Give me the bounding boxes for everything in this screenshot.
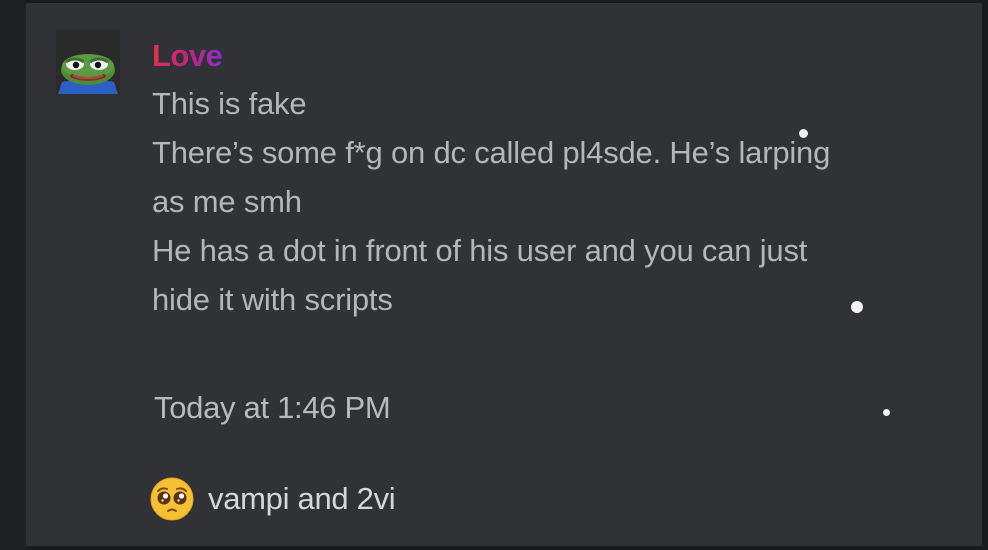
message-line: He has a dot in front of his user and yo… xyxy=(152,233,808,268)
message-line: This is fake xyxy=(152,86,307,121)
screen-frame: Love This is fake There’s some f*g on dc… xyxy=(0,0,988,550)
stray-dot xyxy=(851,301,863,313)
stray-dot xyxy=(883,409,890,416)
message-body: This is fake There’s some f*g on dc call… xyxy=(152,79,952,324)
message-card: Love This is fake There’s some f*g on dc… xyxy=(26,3,982,546)
left-edge-strip xyxy=(0,0,26,550)
message-line: There’s some f*g on dc called pl4sde. He… xyxy=(152,135,831,170)
avatar[interactable] xyxy=(56,30,120,94)
message-author[interactable]: Love xyxy=(152,36,223,76)
reaction-summary[interactable]: vampi and 2vi xyxy=(150,475,396,523)
message-line: hide it with scripts xyxy=(152,282,393,317)
message-line: as me smh xyxy=(152,184,302,219)
message-timestamp: Today at 1:46 PM xyxy=(154,390,391,425)
pepe-frog-avatar-icon xyxy=(56,30,120,94)
stray-dot xyxy=(799,129,808,138)
pleading-face-emoji-icon xyxy=(150,477,194,521)
reaction-users: vampi and 2vi xyxy=(208,481,396,516)
